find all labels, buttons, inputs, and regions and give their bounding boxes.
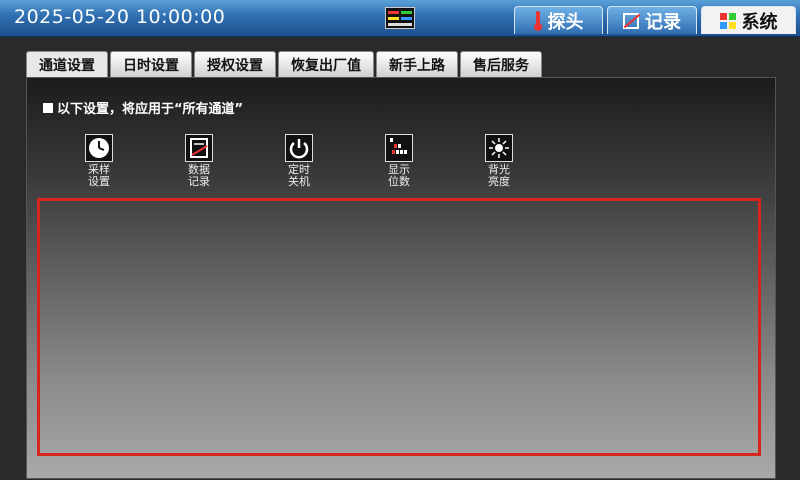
display-digits-button[interactable]: 显示 位数 [379, 134, 419, 188]
display-digits-label-2: 位数 [388, 175, 410, 188]
datetime-display: 2025-05-20 10:00:00 [14, 6, 226, 28]
clock-icon [85, 134, 113, 162]
brightness-icon [485, 134, 513, 162]
tab-system-label: 系统 [741, 11, 778, 33]
data-record-icon [185, 134, 213, 162]
tab-system[interactable]: 系统 [701, 6, 796, 34]
data-record-button[interactable]: 数据 记录 [179, 134, 219, 188]
subtab-datetime-settings[interactable]: 日时设置 [110, 51, 192, 77]
system-grid-icon [719, 12, 736, 29]
sampling-settings-button[interactable]: 采样 设置 [79, 134, 119, 188]
data-record-label-2: 记录 [188, 175, 210, 188]
tab-probe[interactable]: 探头 [514, 6, 603, 34]
square-bullet-icon [43, 102, 53, 113]
apply-notice: 以下设置，将应用于“所有通道” [43, 98, 243, 117]
subtab-getting-started[interactable]: 新手上路 [376, 51, 458, 77]
digits-icon [385, 134, 413, 162]
power-icon [285, 134, 313, 162]
record-pen-icon [623, 12, 639, 29]
tab-record-label: 记录 [645, 11, 681, 33]
apply-notice-text: 以下设置，将应用于“所有通道” [57, 102, 244, 117]
settings-subtabs: 通道设置 日时设置 授权设置 恢复出厂值 新手上路 售后服务 [26, 51, 544, 77]
subtab-factory-reset[interactable]: 恢复出厂值 [278, 51, 374, 77]
highlight-frame [37, 198, 761, 456]
display-mode-icon[interactable] [385, 7, 415, 29]
backlight-brightness-label-2: 亮度 [488, 175, 510, 188]
subtab-authorization-settings[interactable]: 授权设置 [194, 51, 276, 77]
subtab-channel-settings[interactable]: 通道设置 [26, 51, 108, 77]
top-bar: 2025-05-20 10:00:00 探头 记录 系统 [0, 0, 800, 37]
backlight-brightness-button[interactable]: 背光 亮度 [479, 134, 519, 188]
subtab-after-sales[interactable]: 售后服务 [460, 51, 542, 77]
timed-shutdown-label-2: 关机 [288, 175, 310, 188]
tab-record[interactable]: 记录 [607, 6, 697, 34]
thermometer-icon [533, 10, 542, 31]
timed-shutdown-button[interactable]: 定时 关机 [279, 134, 319, 188]
tab-probe-label: 探头 [547, 11, 584, 33]
sampling-settings-label-2: 设置 [88, 175, 110, 188]
